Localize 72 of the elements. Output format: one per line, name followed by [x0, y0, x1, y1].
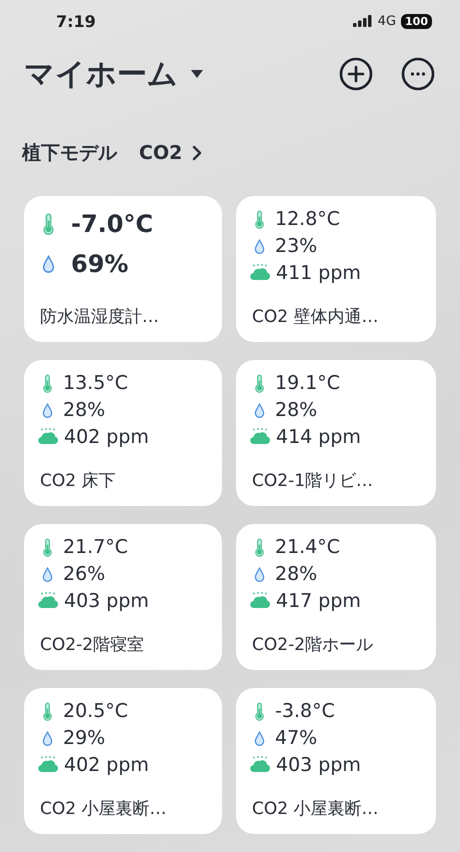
- room-link[interactable]: 植下モデル CO2: [22, 140, 202, 166]
- device-card[interactable]: -7.0°C 69% 防水温湿度計…: [24, 196, 222, 342]
- more-icon[interactable]: [401, 57, 435, 91]
- co2-value: 402 ppm: [64, 426, 149, 448]
- device-name: CO2 小屋裏断…: [252, 798, 380, 820]
- temperature-value: 21.7°C: [63, 536, 128, 558]
- thermometer-icon: [42, 538, 53, 556]
- water-drop-icon: [42, 728, 53, 748]
- temperature-value: 12.8°C: [275, 208, 340, 230]
- device-name: CO2-2階ホール: [252, 634, 374, 656]
- temperature-value: -3.8°C: [275, 700, 335, 722]
- co2-value: 403 ppm: [276, 754, 361, 776]
- device-card[interactable]: 12.8°C 23% 411 ppm CO2 壁体内通…: [236, 196, 436, 342]
- water-drop-icon: [254, 400, 265, 420]
- temperature-value: 20.5°C: [63, 700, 128, 722]
- humidity-value: 28%: [275, 563, 318, 585]
- water-drop-icon: [42, 253, 55, 275]
- humidity-value: 69%: [71, 250, 128, 278]
- device-name: CO2-2階寝室: [40, 634, 146, 656]
- water-drop-icon: [254, 236, 265, 256]
- humidity-value: 28%: [275, 399, 318, 421]
- humidity-value: 29%: [63, 727, 106, 749]
- network-label: 4G: [378, 14, 396, 28]
- humidity-value: 23%: [275, 235, 318, 257]
- temperature-value: 19.1°C: [275, 372, 340, 394]
- humidity-value: 26%: [63, 563, 106, 585]
- thermometer-icon: [254, 702, 265, 720]
- cloud-icon: [250, 592, 270, 610]
- thermometer-icon: [254, 538, 265, 556]
- co2-value: 403 ppm: [64, 590, 149, 612]
- device-name: 防水温湿度計…: [40, 306, 160, 328]
- humidity-value: 47%: [275, 727, 318, 749]
- thermometer-icon: [254, 210, 265, 228]
- add-icon[interactable]: [339, 57, 373, 91]
- cloud-icon: [38, 428, 58, 446]
- device-card[interactable]: 21.4°C 28% 417 ppm CO2-2階ホール: [236, 524, 436, 670]
- device-card[interactable]: 20.5°C 29% 402 ppm CO2 小屋裏断…: [24, 688, 222, 834]
- dropdown-icon: [190, 69, 204, 79]
- device-name: CO2 壁体内通…: [252, 306, 380, 328]
- thermometer-icon: [42, 374, 53, 392]
- cloud-icon: [250, 756, 270, 774]
- temperature-value: -7.0°C: [71, 210, 154, 238]
- cloud-icon: [38, 756, 58, 774]
- device-card[interactable]: 19.1°C 28% 414 ppm CO2-1階リビ…: [236, 360, 436, 506]
- cloud-icon: [38, 592, 58, 610]
- cloud-icon: [250, 264, 270, 282]
- signal-icon: [352, 15, 373, 27]
- water-drop-icon: [254, 728, 265, 748]
- temperature-value: 13.5°C: [63, 372, 128, 394]
- home-selector[interactable]: マイホーム: [24, 54, 204, 94]
- co2-value: 414 ppm: [276, 426, 361, 448]
- device-card[interactable]: 21.7°C 26% 403 ppm CO2-2階寝室: [24, 524, 222, 670]
- thermometer-icon: [42, 702, 53, 720]
- device-name: CO2 床下: [40, 470, 116, 492]
- battery-indicator: 100: [401, 14, 432, 28]
- device-name: CO2 小屋裏断…: [40, 798, 168, 820]
- status-time: 7:19: [56, 12, 96, 30]
- cloud-icon: [250, 428, 270, 446]
- device-card[interactable]: -3.8°C 47% 403 ppm CO2 小屋裏断…: [236, 688, 436, 834]
- device-name: CO2-1階リビ…: [252, 470, 374, 492]
- device-card[interactable]: 13.5°C 28% 402 ppm CO2 床下: [24, 360, 222, 506]
- water-drop-icon: [42, 564, 53, 584]
- co2-value: 417 ppm: [276, 590, 361, 612]
- co2-value: 411 ppm: [276, 262, 361, 284]
- water-drop-icon: [42, 400, 53, 420]
- thermometer-icon: [254, 374, 265, 392]
- water-drop-icon: [254, 564, 265, 584]
- thermometer-icon: [42, 213, 55, 235]
- temperature-value: 21.4°C: [275, 536, 340, 558]
- co2-value: 402 ppm: [64, 754, 149, 776]
- humidity-value: 28%: [63, 399, 106, 421]
- chevron-right-icon: [192, 145, 202, 161]
